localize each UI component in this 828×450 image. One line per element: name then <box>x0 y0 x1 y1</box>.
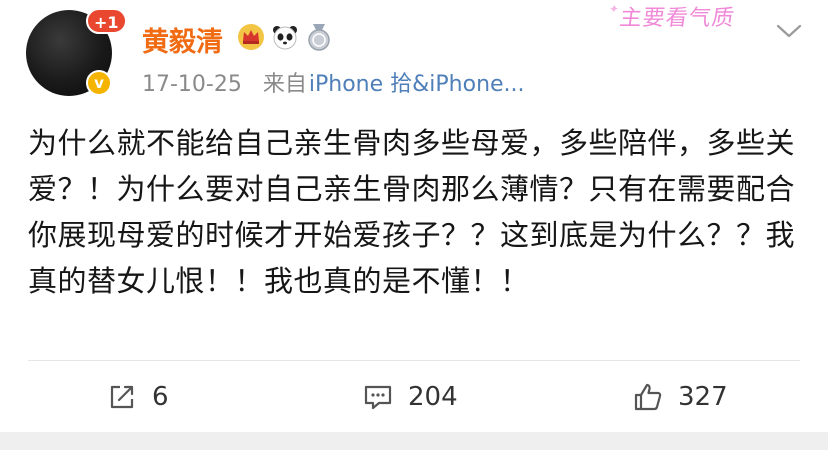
divider <box>28 360 800 361</box>
verified-icon: v <box>86 70 112 96</box>
user-badges <box>236 22 334 52</box>
medal-icon[interactable] <box>304 22 334 52</box>
watermark: 主要看气质 <box>618 0 738 32</box>
avatar-plus-badge: +1 <box>86 8 127 34</box>
repost-button[interactable]: 6 <box>106 372 169 422</box>
thumbs-up-icon <box>634 383 662 411</box>
repost-icon <box>110 385 134 409</box>
source-link[interactable]: iPhone 拾&iPhone... <box>309 72 525 97</box>
action-bar: 6 204 327 <box>0 372 828 422</box>
post-meta: 17-10-25 来自iPhone 拾&iPhone... <box>142 66 525 98</box>
footer-separator <box>0 432 828 450</box>
post-text: 为什么就不能给自己亲生骨肉多些母爱，多些陪伴，多些关爱？！为什么要对自己亲生骨肉… <box>28 126 796 298</box>
crown-icon[interactable] <box>236 22 266 52</box>
like-button[interactable]: 327 <box>632 372 728 422</box>
post-date: 17-10-25 <box>142 72 242 97</box>
comment-count: 204 <box>408 382 458 412</box>
username[interactable]: 黄毅清 <box>142 20 223 59</box>
repost-count: 6 <box>152 382 169 412</box>
comment-button[interactable]: 204 <box>362 372 458 422</box>
like-count: 327 <box>678 382 728 412</box>
source-prefix: 来自 <box>262 72 307 97</box>
comment-icon <box>364 385 392 410</box>
chevron-down-icon[interactable] <box>774 20 804 42</box>
panda-icon[interactable] <box>270 22 300 52</box>
